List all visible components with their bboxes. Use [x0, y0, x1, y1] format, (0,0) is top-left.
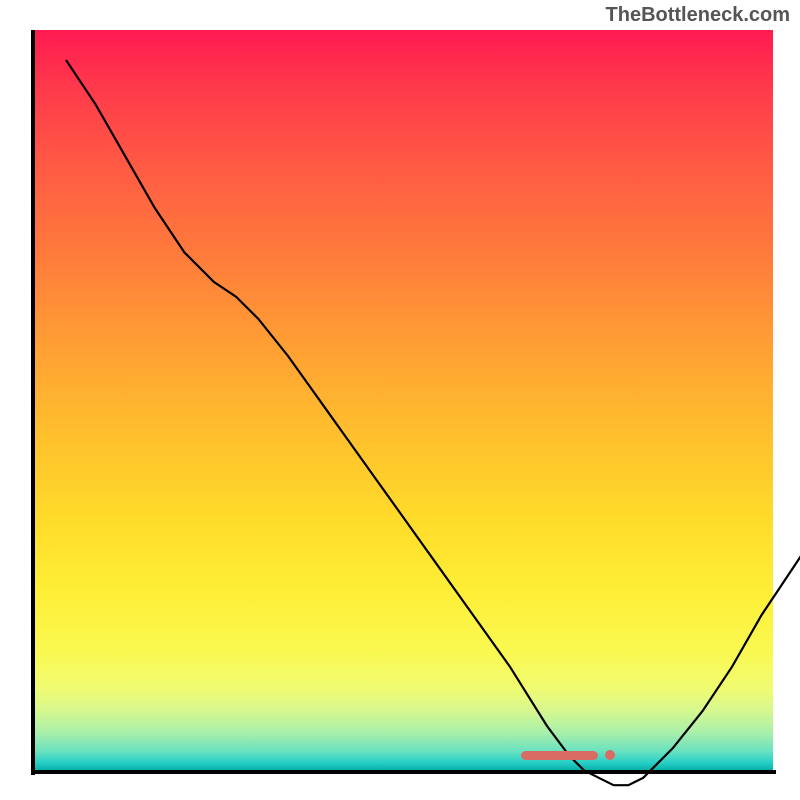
watermark-text: TheBottleneck.com [606, 4, 790, 27]
chart-container: TheBottleneck.com [0, 0, 800, 800]
plot-area [33, 30, 773, 770]
x-axis [31, 770, 776, 774]
optimum-marker-bar [521, 751, 598, 760]
bottleneck-curve [66, 60, 800, 800]
y-axis [31, 30, 35, 775]
